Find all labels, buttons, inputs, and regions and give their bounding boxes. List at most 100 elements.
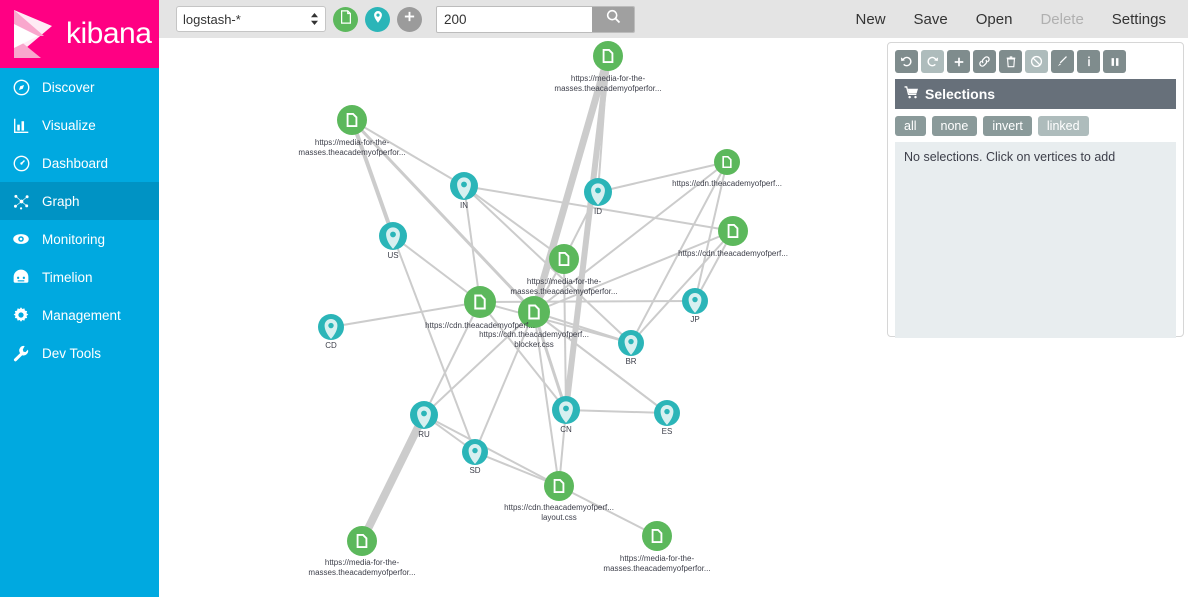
graph-edge[interactable] bbox=[533, 311, 560, 487]
select-all-button[interactable]: all bbox=[895, 116, 926, 136]
chevron-updown-icon bbox=[310, 12, 319, 26]
pause-icon[interactable] bbox=[1103, 50, 1126, 73]
graph-node-document[interactable] bbox=[347, 526, 377, 556]
graph-toolbar bbox=[895, 50, 1176, 73]
sidebar-item-discover[interactable]: Discover bbox=[0, 68, 159, 106]
timelion-icon bbox=[0, 268, 42, 286]
graph-node-document[interactable] bbox=[714, 149, 740, 175]
select-invert-button[interactable]: invert bbox=[983, 116, 1032, 136]
search-button[interactable] bbox=[592, 6, 634, 32]
graph-node-document[interactable] bbox=[593, 41, 623, 71]
graph-edge[interactable] bbox=[358, 413, 428, 543]
compass-icon bbox=[0, 79, 42, 96]
sidebar-item-label: Timelion bbox=[42, 269, 93, 285]
undo-icon[interactable] bbox=[895, 50, 918, 73]
graph-node-geo[interactable] bbox=[410, 401, 438, 429]
save-button[interactable]: Save bbox=[914, 11, 948, 28]
sidebar-item-label: Management bbox=[42, 307, 121, 323]
graph-node-geo[interactable] bbox=[654, 400, 680, 426]
document-mode-button[interactable] bbox=[333, 6, 358, 32]
sidebar-item-label: Dashboard bbox=[42, 155, 109, 171]
kibana-logo-icon bbox=[8, 8, 60, 60]
graph-node-geo[interactable] bbox=[379, 222, 407, 250]
graph-node-document[interactable] bbox=[464, 286, 496, 318]
sidebar-item-label: Monitoring bbox=[42, 231, 106, 247]
brand-name: kibana bbox=[66, 17, 152, 50]
gear-icon bbox=[0, 306, 42, 324]
selections-empty-message: No selections. Click on vertices to add bbox=[904, 150, 1116, 164]
kibana-logo[interactable]: kibana bbox=[0, 0, 159, 68]
new-button[interactable]: New bbox=[856, 11, 886, 28]
geo-mode-button[interactable] bbox=[365, 6, 390, 32]
link-icon[interactable] bbox=[973, 50, 996, 73]
sidebar-item-monitoring[interactable]: Monitoring bbox=[0, 220, 159, 258]
sidebar-item-timelion[interactable]: Timelion bbox=[0, 258, 159, 296]
delete-button: Delete bbox=[1040, 10, 1084, 28]
graph-edge[interactable] bbox=[350, 119, 395, 237]
graph-edge[interactable] bbox=[463, 185, 481, 303]
search-bar bbox=[436, 5, 635, 33]
graph-node-document[interactable] bbox=[518, 296, 550, 328]
search-icon bbox=[606, 9, 621, 29]
graph-node-geo[interactable] bbox=[682, 288, 708, 314]
graph-node-document[interactable] bbox=[544, 471, 574, 501]
graph-node-geo[interactable] bbox=[552, 396, 580, 424]
selections-header: Selections bbox=[895, 79, 1176, 109]
graph-node-geo[interactable] bbox=[584, 178, 612, 206]
block-icon[interactable] bbox=[1025, 50, 1048, 73]
top-nav-links: New Save Open Delete Settings bbox=[856, 11, 1188, 28]
index-pattern-select[interactable]: logstash-* bbox=[176, 6, 326, 32]
graph-node-geo[interactable] bbox=[450, 172, 478, 200]
graph-edge[interactable] bbox=[351, 119, 465, 187]
sidebar-item-label: Visualize bbox=[42, 117, 96, 133]
plus-icon bbox=[403, 10, 416, 28]
index-pattern-value: logstash-* bbox=[183, 11, 241, 27]
eye-icon bbox=[0, 230, 42, 248]
graph-edge[interactable] bbox=[330, 301, 481, 328]
graph-edge[interactable] bbox=[533, 311, 668, 414]
graph-node-geo[interactable] bbox=[462, 439, 488, 465]
info-icon[interactable] bbox=[1077, 50, 1100, 73]
gauge-icon bbox=[0, 155, 42, 172]
map-pin-icon bbox=[371, 10, 385, 29]
graph-node-document[interactable] bbox=[549, 244, 579, 274]
sidebar-item-dev-tools[interactable]: Dev Tools bbox=[0, 334, 159, 372]
sidebar-item-label: Dev Tools bbox=[42, 345, 102, 361]
trash-icon[interactable] bbox=[999, 50, 1022, 73]
add-vertex-button[interactable] bbox=[397, 6, 422, 32]
open-button[interactable]: Open bbox=[976, 11, 1013, 28]
top-toolbar: logstash-* 200 New Save Open Delete Sett… bbox=[159, 0, 1188, 38]
document-icon bbox=[339, 9, 353, 29]
redo-icon[interactable] bbox=[921, 50, 944, 73]
add-icon[interactable] bbox=[947, 50, 970, 73]
selection-filter-buttons: all none invert linked bbox=[895, 116, 1176, 136]
search-input[interactable] bbox=[437, 6, 592, 32]
settings-button[interactable]: Settings bbox=[1112, 11, 1166, 28]
sidebar-item-dashboard[interactable]: Dashboard bbox=[0, 144, 159, 182]
sidebar-item-management[interactable]: Management bbox=[0, 296, 159, 334]
graph-edge[interactable] bbox=[463, 185, 565, 260]
selections-title: Selections bbox=[925, 86, 996, 102]
graph-node-document[interactable] bbox=[337, 105, 367, 135]
sidebar-item-label: Discover bbox=[42, 79, 95, 95]
paintbrush-icon[interactable] bbox=[1051, 50, 1074, 73]
cart-icon bbox=[904, 86, 919, 102]
graph-edge[interactable] bbox=[565, 409, 668, 414]
graph-node-geo[interactable] bbox=[318, 314, 344, 340]
sidebar-item-label: Graph bbox=[42, 193, 80, 209]
kibana-graph-app: kibana Discover Visualize Dashboard Grap… bbox=[0, 0, 1188, 597]
graph-node-geo[interactable] bbox=[618, 330, 644, 356]
sidebar-item-visualize[interactable]: Visualize bbox=[0, 106, 159, 144]
graph-node-document[interactable] bbox=[718, 216, 748, 246]
control-panel: Selections all none invert linked No sel… bbox=[887, 42, 1184, 338]
graph-edge[interactable] bbox=[423, 301, 481, 416]
graph-edge[interactable] bbox=[558, 485, 658, 537]
selections-list: No selections. Click on vertices to add bbox=[895, 142, 1176, 338]
sidebar-item-graph[interactable]: Graph bbox=[0, 182, 159, 220]
select-none-button[interactable]: none bbox=[931, 116, 978, 136]
select-linked-button[interactable]: linked bbox=[1037, 116, 1089, 136]
graph-edge[interactable] bbox=[423, 414, 560, 487]
graph-node-document[interactable] bbox=[642, 521, 672, 551]
graph-nodes[interactable] bbox=[318, 41, 748, 556]
graph-edge[interactable] bbox=[563, 55, 611, 411]
